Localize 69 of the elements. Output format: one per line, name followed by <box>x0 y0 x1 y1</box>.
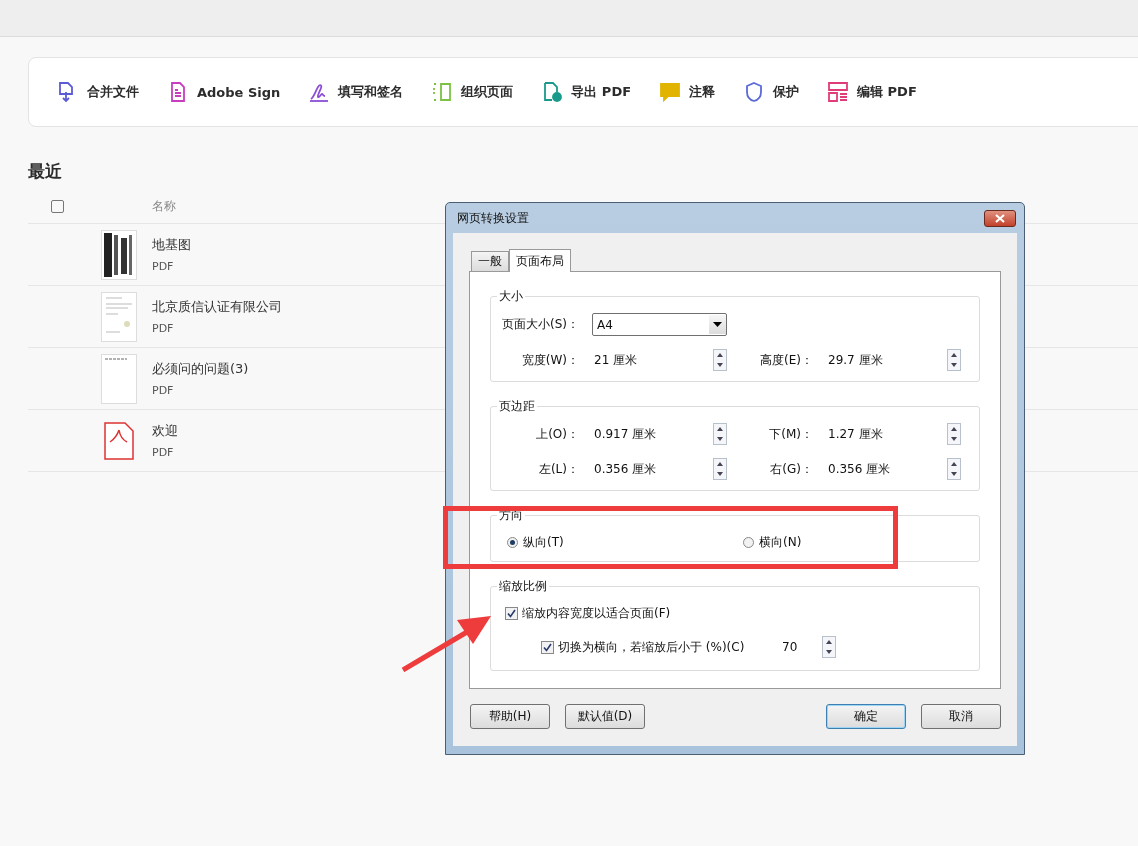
number-field[interactable]: 1.27 厘米 <box>828 425 932 443</box>
file-name[interactable]: 地基图 <box>152 236 191 254</box>
radio-button[interactable] <box>743 537 754 548</box>
field-label: 页面大小(S)： <box>501 316 579 333</box>
spin-button[interactable] <box>713 423 727 445</box>
tool-button[interactable]: 填写和签名 <box>308 81 404 103</box>
field-label: 上(O)： <box>535 425 579 443</box>
spin-button[interactable] <box>947 458 961 480</box>
dialog-button[interactable]: 取消 <box>921 704 1001 729</box>
select-all-checkbox[interactable] <box>50 199 64 213</box>
file-type: PDF <box>152 384 175 397</box>
checkbox[interactable] <box>505 607 518 620</box>
radio-button[interactable] <box>507 537 518 548</box>
radio-label[interactable]: 横向(N) <box>759 534 802 551</box>
group-title: 缩放比例 <box>498 578 548 595</box>
tab[interactable]: 一般 <box>471 251 509 271</box>
spin-button[interactable] <box>822 636 836 658</box>
number-field[interactable]: 0.917 厘米 <box>594 425 698 443</box>
tool-button[interactable]: 组织页面 <box>431 81 514 103</box>
field-label: 右(G)： <box>769 460 813 478</box>
tool-button[interactable]: 保护 <box>743 81 800 103</box>
file-type: PDF <box>152 260 175 273</box>
checkbox[interactable] <box>541 640 554 654</box>
tool-button[interactable]: 编辑 PDF <box>827 81 917 103</box>
file-name[interactable]: 北京质信认证有限公司 <box>152 298 282 316</box>
field-label: 高度(E)： <box>759 351 813 369</box>
field-label: 下(M)： <box>768 425 813 443</box>
document-thumbnail <box>101 353 137 404</box>
radio-label[interactable]: 纵向(T) <box>523 534 564 551</box>
edit-layout-icon <box>827 81 850 103</box>
dialog-button[interactable]: 确定 <box>826 704 906 729</box>
field-label: 左(L)： <box>537 460 579 478</box>
number-field[interactable]: 0.356 厘米 <box>594 460 698 478</box>
dialog-button[interactable]: 帮助(H) <box>470 704 550 729</box>
file-type: PDF <box>152 322 175 335</box>
page-layout-icon <box>431 81 454 103</box>
signature-pen-icon <box>308 81 331 103</box>
comment-icon <box>659 81 682 103</box>
close-button[interactable] <box>984 209 1016 227</box>
tool-button[interactable]: 注释 <box>659 81 716 103</box>
column-header[interactable]: 名称 <box>152 197 176 215</box>
group-title: 大小 <box>498 288 524 305</box>
tool-button[interactable]: 导出 PDF <box>541 81 632 103</box>
checkbox-label[interactable]: 切换为横向，若缩放后小于 (%)(C) <box>558 638 768 656</box>
number-field[interactable]: 29.7 厘米 <box>828 351 932 369</box>
checkbox-label[interactable]: 缩放内容宽度以适合页面(F) <box>522 605 671 622</box>
field-label: 宽度(W)： <box>520 351 579 369</box>
document-thumbnail <box>101 291 137 342</box>
file-name[interactable]: 必须问的问题(3) <box>152 360 249 378</box>
tab[interactable]: 页面布局 <box>509 249 571 272</box>
spin-button[interactable] <box>947 349 961 371</box>
page-size-dropdown[interactable]: A4 <box>592 313 727 336</box>
tool-button[interactable]: 合并文件 <box>57 81 139 103</box>
dropdown-arrow-icon <box>713 322 722 327</box>
dialog-button[interactable]: 默认值(D) <box>565 704 645 729</box>
file-name[interactable]: 欢迎 <box>152 422 178 440</box>
spin-button[interactable] <box>713 349 727 371</box>
close-icon <box>995 213 1005 223</box>
spin-button[interactable] <box>713 458 727 480</box>
file-type: PDF <box>152 446 175 459</box>
spin-button[interactable] <box>947 423 961 445</box>
dialog-title: 网页转换设置 <box>457 209 529 227</box>
group-title: 页边距 <box>498 398 536 415</box>
number-field[interactable]: 70 <box>782 640 818 654</box>
drawing-thumbnail <box>101 229 137 280</box>
section-title: 最近 <box>28 160 63 183</box>
number-field[interactable]: 21 厘米 <box>594 351 698 369</box>
tool-button[interactable]: Adobe Sign <box>167 81 281 103</box>
number-field[interactable]: 0.356 厘米 <box>828 460 932 478</box>
